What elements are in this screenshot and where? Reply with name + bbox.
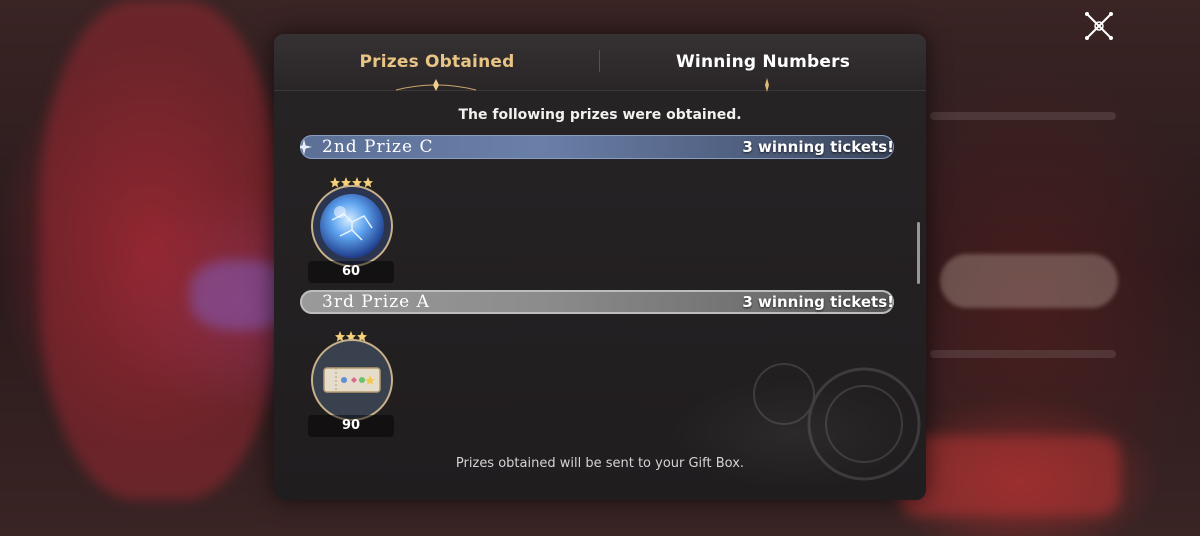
active-tab-indicator xyxy=(396,79,476,91)
item-quantity: 60 xyxy=(341,264,361,279)
background-red-button xyxy=(900,436,1120,516)
background-curtain xyxy=(40,0,280,500)
background-divider xyxy=(930,350,1116,358)
gift-box-notice: Prizes obtained will be sent to your Gif… xyxy=(455,456,745,471)
background-divider xyxy=(930,112,1116,120)
results-subtitle: The following prizes were obtained. xyxy=(458,107,742,123)
ticket-icon xyxy=(311,339,393,421)
background-button xyxy=(940,254,1118,308)
prize-banner: 2nd Prize C 3 winning tickets! xyxy=(300,135,894,159)
crystal-orb-icon xyxy=(311,185,393,267)
prize-tier-name: 2nd Prize C xyxy=(322,137,434,157)
tab-sparkle-icon xyxy=(765,78,769,92)
tab-bar: Prizes Obtained Winning Numbers xyxy=(274,34,926,92)
prize-tier-name: 3rd Prize A xyxy=(322,292,430,312)
winning-ticket-count: 3 winning tickets! xyxy=(742,138,894,156)
prize-banner: 3rd Prize A 3 winning tickets! xyxy=(300,290,894,314)
close-icon xyxy=(1085,12,1113,40)
prize-results-dialog: Prizes Obtained Winning Numbers The foll… xyxy=(274,34,926,500)
scrollbar-thumb[interactable] xyxy=(917,222,920,284)
close-button[interactable] xyxy=(1078,6,1120,46)
item-quantity: 90 xyxy=(341,418,361,433)
winning-ticket-count: 3 winning tickets! xyxy=(742,293,894,311)
reward-item[interactable]: 90 xyxy=(308,330,394,437)
reward-item[interactable]: 60 xyxy=(308,176,394,283)
sparkle-icon xyxy=(300,139,312,155)
